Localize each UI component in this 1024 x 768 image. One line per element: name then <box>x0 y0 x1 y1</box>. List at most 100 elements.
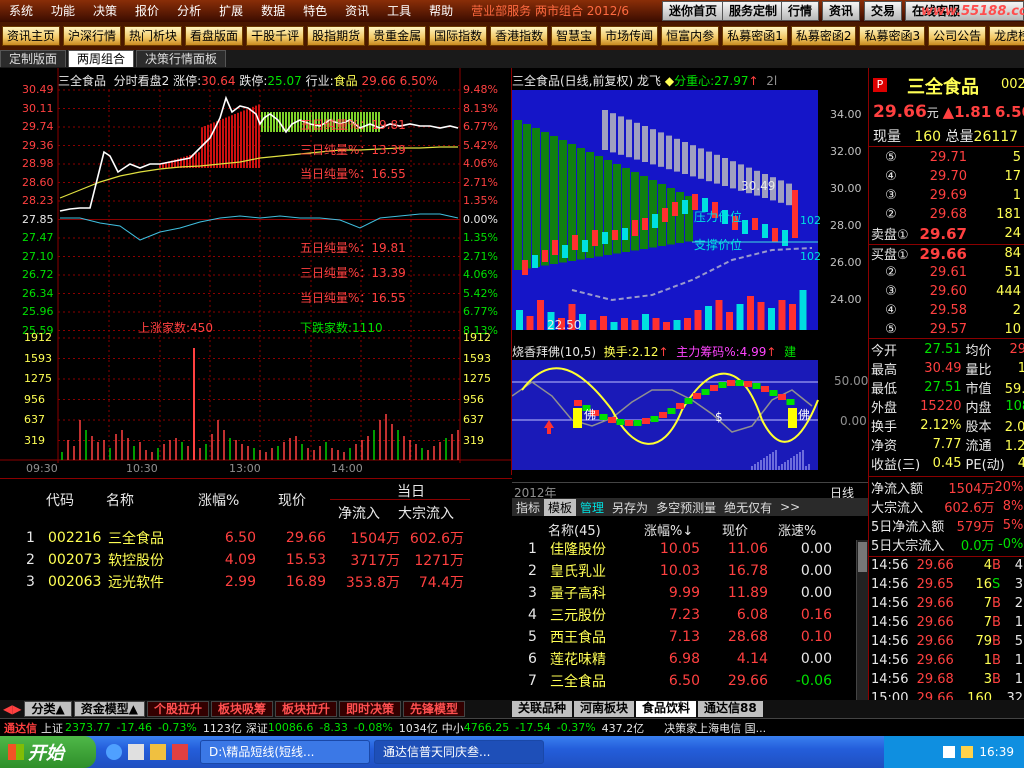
func-announcements[interactable]: 公司公告 <box>928 26 987 46</box>
sell-row-5[interactable]: ⑤ 29.71 5 <box>871 148 1021 167</box>
tab-related[interactable]: 关联品种 <box>512 701 573 717</box>
tab-pioneer-model[interactable]: 先锋模型 <box>403 701 466 717</box>
tab-manage[interactable]: 管理 <box>576 499 608 516</box>
func-intl-index[interactable]: 国际指数 <box>429 26 488 46</box>
menu-special[interactable]: 特色 <box>294 0 336 22</box>
menu-analysis[interactable]: 分析 <box>168 0 210 22</box>
func-stock-review[interactable]: 干股千评 <box>246 26 305 46</box>
buy-row-2[interactable]: ② 29.61 51 <box>871 263 1021 282</box>
tab-custom-layout[interactable]: 定制版面 <box>0 50 67 67</box>
start-button[interactable]: 开始 <box>0 736 96 768</box>
table-row[interactable]: 2 002073 软控股份 4.09 15.53 3717万 1271万 <box>24 549 466 571</box>
sell-row-1[interactable]: 卖盘① 29.67 24 <box>871 224 1021 244</box>
menu-tools[interactable]: 工具 <box>378 0 420 22</box>
price-tick-label: 26.72 <box>22 268 54 281</box>
sz-index[interactable]: 10086.6 <box>268 721 314 734</box>
tab-two-week[interactable]: 两周组合 <box>68 50 135 67</box>
service-custom-button[interactable]: 服务定制 <box>722 1 785 21</box>
func-pe-letter-2[interactable]: 私募密函2 <box>790 26 857 46</box>
menu-news[interactable]: 资讯 <box>336 0 378 22</box>
sh-index[interactable]: 2373.77 <box>65 721 111 734</box>
tab-instant-decision[interactable]: 即时决策 <box>338 701 401 717</box>
func-pe-letter-1[interactable]: 私募密函1 <box>722 26 788 46</box>
func-index-futures[interactable]: 股指期货 <box>307 26 366 46</box>
tab-food-beverage[interactable]: 食品饮料 <box>636 701 697 717</box>
tab-indicator[interactable]: 指标 <box>512 499 544 516</box>
kline-volume-bar <box>736 304 744 330</box>
table-row[interactable]: 1 002216 三全食品 6.50 29.66 1504万 602.6万 <box>24 527 466 549</box>
buy-row-5[interactable]: ⑤ 29.57 10 <box>871 320 1021 339</box>
tab-bull-bear[interactable]: 多空预测量 <box>652 499 720 516</box>
kline-panel[interactable]: 三全食品(日线,前复权) 龙飞 ◆分重心:27.97↑ 2l 30.49 22.… <box>512 68 868 340</box>
news-button[interactable]: 资讯 <box>822 1 861 21</box>
sell-row-2[interactable]: ② 29.68 181 <box>871 205 1021 224</box>
table-row[interactable]: 5 西王食品 7.13 28.68 0.10 <box>526 626 834 648</box>
func-zhihuibao[interactable]: 智慧宝 <box>551 26 598 46</box>
tab-unique[interactable]: 绝无仅有 <box>720 499 776 516</box>
app-icon[interactable] <box>172 744 188 760</box>
sell-row-4[interactable]: ④ 29.70 17 <box>871 167 1021 186</box>
time-0930: 09:30 <box>26 462 58 475</box>
tick-row: 14:56 29.66 7 B 2 <box>871 596 1023 611</box>
kline-volume-bar <box>715 300 723 330</box>
func-dragon-tiger[interactable]: 龙虎榜单 <box>989 26 1024 46</box>
tab-tdx88[interactable]: 通达信88 <box>698 701 763 717</box>
buy-row-4[interactable]: ④ 29.58 2 <box>871 301 1021 320</box>
tab-template[interactable]: 模板 <box>544 498 577 516</box>
desktop-icon[interactable] <box>128 744 144 760</box>
tab-more[interactable]: >> <box>776 500 804 514</box>
trade-button[interactable]: 交易 <box>864 1 903 21</box>
table-row[interactable]: 3 002063 远光软件 2.99 16.89 353.8万 74.4万 <box>24 571 466 593</box>
table-row[interactable]: 2 皇氏乳业 10.03 16.78 0.00 <box>526 560 834 582</box>
sell-row-3[interactable]: ③ 29.69 1 <box>871 186 1021 205</box>
tab-stock-rise[interactable]: 个股拉升 <box>146 701 209 717</box>
tab-category[interactable]: 分类▲ <box>24 701 72 717</box>
func-sh-sz-quotes[interactable]: 沪深行情 <box>63 26 122 46</box>
folder-icon[interactable] <box>150 744 166 760</box>
indicator-step <box>616 419 625 425</box>
func-insider[interactable]: 恒富内参 <box>661 26 720 46</box>
table-row[interactable]: 3 量子高科 9.99 11.89 0.00 <box>526 582 834 604</box>
menu-function[interactable]: 功能 <box>42 0 84 22</box>
table-row[interactable]: 1 佳隆股份 10.05 11.06 0.00 <box>526 538 834 560</box>
task-window-1[interactable]: D:\精品短线(短线... <box>200 740 370 764</box>
func-hot-blocks[interactable]: 热门析块 <box>124 26 183 46</box>
sector-scroll-thumb[interactable] <box>858 542 867 572</box>
menu-system[interactable]: 系统 <box>0 0 42 22</box>
ie-icon[interactable] <box>106 744 122 760</box>
menu-ad-text[interactable]: 营业部服务 两市组合 2012/6 <box>462 0 638 22</box>
tab-fund-model[interactable]: 资金模型▲ <box>73 701 145 717</box>
table-row[interactable]: 7 三全食品 6.50 29.66 -0.06 <box>526 670 834 692</box>
func-metals[interactable]: 贵重金属 <box>368 26 427 46</box>
func-pe-letter-3[interactable]: 私募密函3 <box>859 26 926 46</box>
table-row[interactable]: 6 莲花味精 6.98 4.14 0.00 <box>526 648 834 670</box>
mini-home-button[interactable]: 迷你首页 <box>662 1 725 21</box>
intraday-panel[interactable]: 三全食品 分时看盘2 涨停:30.64 跌停:25.07 行业:食品 29.66… <box>0 68 512 475</box>
func-layout[interactable]: 看盘版面 <box>185 26 244 46</box>
zx-index[interactable]: 4766.25 <box>464 721 510 734</box>
table-row[interactable]: 4 三元股份 7.23 6.08 0.16 <box>526 604 834 626</box>
sector-scrollbar[interactable] <box>856 540 868 700</box>
tab-block-rise[interactable]: 板块拉升 <box>274 701 337 717</box>
menu-quote[interactable]: 报价 <box>126 0 168 22</box>
menu-decision[interactable]: 决策 <box>84 0 126 22</box>
menu-extend[interactable]: 扩展 <box>210 0 252 22</box>
tab-save-as[interactable]: 另存为 <box>608 499 652 516</box>
market-button[interactable]: 行情 <box>781 1 820 21</box>
tab-henan[interactable]: 河南板块 <box>574 701 635 717</box>
func-news-home[interactable]: 资讯主页 <box>2 26 61 46</box>
buy-row-3[interactable]: ③ 29.60 444 <box>871 282 1021 301</box>
tab-scroll-left-icon[interactable]: ◀▶ <box>0 702 24 716</box>
func-hk-index[interactable]: 香港指数 <box>490 26 549 46</box>
indicator-panel[interactable]: 烧香拜佛(10,5) 换手:2.12↑ 主力筹码%:4.99↑ 建 佛 佛 $ … <box>512 340 868 478</box>
func-rumors[interactable]: 市场传闻 <box>600 26 659 46</box>
task-window-2[interactable]: 通达信普天同庆叁... <box>374 740 544 764</box>
network-icon[interactable] <box>943 746 956 758</box>
buy-row-1[interactable]: 买盘① 29.66 84 <box>871 244 1021 264</box>
menu-help[interactable]: 帮助 <box>420 0 462 22</box>
ann-today-top: 当日纯量%：16.55 <box>300 167 406 181</box>
volume-icon[interactable] <box>961 746 974 758</box>
menu-data[interactable]: 数据 <box>252 0 294 22</box>
tab-decision-panel[interactable]: 决策行情面板 <box>136 50 227 67</box>
tab-block-absorb[interactable]: 板块吸筹 <box>210 701 273 717</box>
